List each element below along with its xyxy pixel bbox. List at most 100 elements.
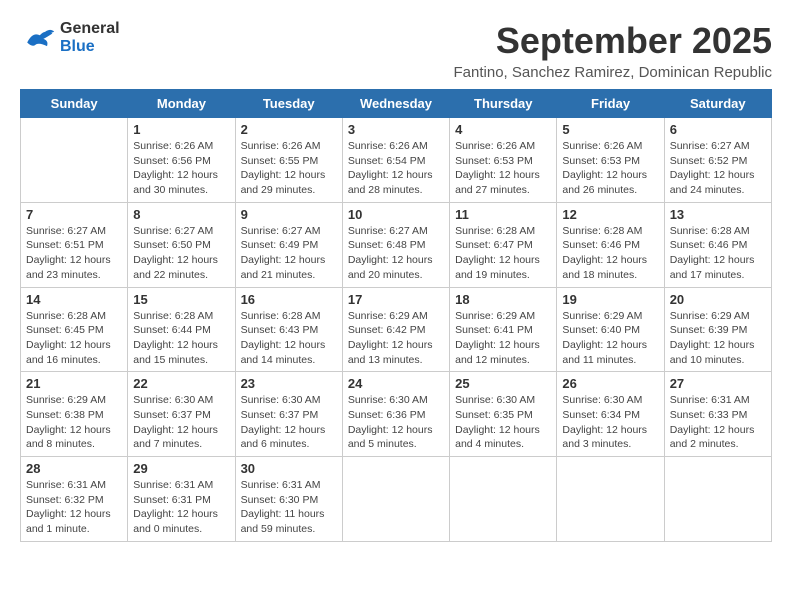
day-number: 7: [26, 207, 122, 222]
cell-content: Sunrise: 6:31 AM Sunset: 6:31 PM Dayligh…: [133, 478, 229, 537]
day-number: 12: [562, 207, 658, 222]
day-number: 16: [241, 292, 337, 307]
calendar-cell: 28 Sunrise: 6:31 AM Sunset: 6:32 PM Dayli…: [21, 457, 128, 542]
cell-content: Sunrise: 6:30 AM Sunset: 6:37 PM Dayligh…: [241, 393, 337, 452]
calendar-cell: 14 Sunrise: 6:28 AM Sunset: 6:45 PM Dayli…: [21, 287, 128, 372]
day-number: 26: [562, 376, 658, 391]
day-number: 8: [133, 207, 229, 222]
day-number: 28: [26, 461, 122, 476]
day-number: 6: [670, 122, 766, 137]
calendar-cell: 7 Sunrise: 6:27 AM Sunset: 6:51 PM Daylig…: [21, 202, 128, 287]
logo-icon: [20, 24, 56, 52]
calendar-cell: 12 Sunrise: 6:28 AM Sunset: 6:46 PM Dayli…: [557, 202, 664, 287]
calendar-cell: 10 Sunrise: 6:27 AM Sunset: 6:48 PM Dayli…: [342, 202, 449, 287]
calendar-table: SundayMondayTuesdayWednesdayThursdayFrid…: [20, 89, 772, 542]
calendar-cell: 4 Sunrise: 6:26 AM Sunset: 6:53 PM Daylig…: [450, 118, 557, 203]
cell-content: Sunrise: 6:28 AM Sunset: 6:47 PM Dayligh…: [455, 224, 551, 283]
calendar-cell: [21, 118, 128, 203]
cell-content: Sunrise: 6:26 AM Sunset: 6:54 PM Dayligh…: [348, 139, 444, 198]
cell-content: Sunrise: 6:29 AM Sunset: 6:40 PM Dayligh…: [562, 309, 658, 368]
calendar-cell: 27Sunrise: 6:31 AM Sunset: 6:33 PM Dayli…: [664, 372, 771, 457]
cell-content: Sunrise: 6:27 AM Sunset: 6:51 PM Dayligh…: [26, 224, 122, 283]
calendar-cell: 29 Sunrise: 6:31 AM Sunset: 6:31 PM Dayli…: [128, 457, 235, 542]
cell-content: Sunrise: 6:26 AM Sunset: 6:53 PM Dayligh…: [455, 139, 551, 198]
page-header: General Blue September 2025 Fantino, San…: [20, 20, 772, 81]
cell-content: Sunrise: 6:29 AM Sunset: 6:41 PM Dayligh…: [455, 309, 551, 368]
calendar-week-2: 7 Sunrise: 6:27 AM Sunset: 6:51 PM Daylig…: [21, 202, 772, 287]
calendar-cell: 5 Sunrise: 6:26 AM Sunset: 6:53 PM Daylig…: [557, 118, 664, 203]
cell-content: Sunrise: 6:30 AM Sunset: 6:35 PM Dayligh…: [455, 393, 551, 452]
cell-content: Sunrise: 6:28 AM Sunset: 6:43 PM Dayligh…: [241, 309, 337, 368]
calendar-cell: 25 Sunrise: 6:30 AM Sunset: 6:35 PM Dayli…: [450, 372, 557, 457]
day-number: 19: [562, 292, 658, 307]
cell-content: Sunrise: 6:29 AM Sunset: 6:39 PM Dayligh…: [670, 309, 766, 368]
cell-content: Sunrise: 6:27 AM Sunset: 6:48 PM Dayligh…: [348, 224, 444, 283]
cell-content: Sunrise: 6:29 AM Sunset: 6:38 PM Dayligh…: [26, 393, 122, 452]
title-area: September 2025 Fantino, Sanchez Ramirez,…: [454, 20, 772, 81]
day-number: 25: [455, 376, 551, 391]
calendar-cell: 9Sunrise: 6:27 AM Sunset: 6:49 PM Daylig…: [235, 202, 342, 287]
day-number: 24: [348, 376, 444, 391]
calendar-cell: 1Sunrise: 6:26 AM Sunset: 6:56 PM Daylig…: [128, 118, 235, 203]
calendar-cell: [450, 457, 557, 542]
weekday-header-saturday: Saturday: [664, 90, 771, 118]
cell-content: Sunrise: 6:28 AM Sunset: 6:46 PM Dayligh…: [562, 224, 658, 283]
calendar-cell: 15Sunrise: 6:28 AM Sunset: 6:44 PM Dayli…: [128, 287, 235, 372]
logo-text: General Blue: [60, 20, 120, 55]
calendar-cell: 16 Sunrise: 6:28 AM Sunset: 6:43 PM Dayli…: [235, 287, 342, 372]
logo-blue: Blue: [60, 38, 120, 56]
day-number: 3: [348, 122, 444, 137]
weekday-header-thursday: Thursday: [450, 90, 557, 118]
calendar-cell: 11 Sunrise: 6:28 AM Sunset: 6:47 PM Dayli…: [450, 202, 557, 287]
calendar-cell: 19 Sunrise: 6:29 AM Sunset: 6:40 PM Dayli…: [557, 287, 664, 372]
cell-content: Sunrise: 6:26 AM Sunset: 6:56 PM Dayligh…: [133, 139, 229, 198]
cell-content: Sunrise: 6:27 AM Sunset: 6:50 PM Dayligh…: [133, 224, 229, 283]
cell-content: Sunrise: 6:28 AM Sunset: 6:45 PM Dayligh…: [26, 309, 122, 368]
cell-content: Sunrise: 6:29 AM Sunset: 6:42 PM Dayligh…: [348, 309, 444, 368]
day-number: 5: [562, 122, 658, 137]
day-number: 11: [455, 207, 551, 222]
cell-content: Sunrise: 6:31 AM Sunset: 6:32 PM Dayligh…: [26, 478, 122, 537]
calendar-week-3: 14 Sunrise: 6:28 AM Sunset: 6:45 PM Dayli…: [21, 287, 772, 372]
calendar-header-row: SundayMondayTuesdayWednesdayThursdayFrid…: [21, 90, 772, 118]
logo-general: General: [60, 20, 120, 38]
day-number: 10: [348, 207, 444, 222]
cell-content: Sunrise: 6:28 AM Sunset: 6:46 PM Dayligh…: [670, 224, 766, 283]
day-number: 14: [26, 292, 122, 307]
calendar-cell: 17 Sunrise: 6:29 AM Sunset: 6:42 PM Dayli…: [342, 287, 449, 372]
cell-content: Sunrise: 6:30 AM Sunset: 6:34 PM Dayligh…: [562, 393, 658, 452]
day-number: 17: [348, 292, 444, 307]
calendar-cell: 23 Sunrise: 6:30 AM Sunset: 6:37 PM Dayli…: [235, 372, 342, 457]
day-number: 30: [241, 461, 337, 476]
calendar-cell: 24Sunrise: 6:30 AM Sunset: 6:36 PM Dayli…: [342, 372, 449, 457]
calendar-cell: 18 Sunrise: 6:29 AM Sunset: 6:41 PM Dayli…: [450, 287, 557, 372]
day-number: 23: [241, 376, 337, 391]
calendar-cell: 26 Sunrise: 6:30 AM Sunset: 6:34 PM Dayli…: [557, 372, 664, 457]
day-number: 18: [455, 292, 551, 307]
day-number: 20: [670, 292, 766, 307]
calendar-cell: 2Sunrise: 6:26 AM Sunset: 6:55 PM Daylig…: [235, 118, 342, 203]
day-number: 4: [455, 122, 551, 137]
calendar-cell: 8 Sunrise: 6:27 AM Sunset: 6:50 PM Daylig…: [128, 202, 235, 287]
calendar-week-5: 28 Sunrise: 6:31 AM Sunset: 6:32 PM Dayli…: [21, 457, 772, 542]
weekday-header-sunday: Sunday: [21, 90, 128, 118]
cell-content: Sunrise: 6:30 AM Sunset: 6:37 PM Dayligh…: [133, 393, 229, 452]
calendar-cell: 6Sunrise: 6:27 AM Sunset: 6:52 PM Daylig…: [664, 118, 771, 203]
calendar-cell: 30 Sunrise: 6:31 AM Sunset: 6:30 PM Dayli…: [235, 457, 342, 542]
cell-content: Sunrise: 6:31 AM Sunset: 6:30 PM Dayligh…: [241, 478, 337, 537]
calendar-cell: 3 Sunrise: 6:26 AM Sunset: 6:54 PM Daylig…: [342, 118, 449, 203]
calendar-week-4: 21Sunrise: 6:29 AM Sunset: 6:38 PM Dayli…: [21, 372, 772, 457]
day-number: 2: [241, 122, 337, 137]
day-number: 29: [133, 461, 229, 476]
cell-content: Sunrise: 6:26 AM Sunset: 6:53 PM Dayligh…: [562, 139, 658, 198]
day-number: 22: [133, 376, 229, 391]
weekday-header-tuesday: Tuesday: [235, 90, 342, 118]
calendar-cell: [664, 457, 771, 542]
cell-content: Sunrise: 6:28 AM Sunset: 6:44 PM Dayligh…: [133, 309, 229, 368]
calendar-cell: 21Sunrise: 6:29 AM Sunset: 6:38 PM Dayli…: [21, 372, 128, 457]
weekday-header-monday: Monday: [128, 90, 235, 118]
month-title: September 2025: [454, 20, 772, 62]
cell-content: Sunrise: 6:31 AM Sunset: 6:33 PM Dayligh…: [670, 393, 766, 452]
day-number: 13: [670, 207, 766, 222]
weekday-header-friday: Friday: [557, 90, 664, 118]
